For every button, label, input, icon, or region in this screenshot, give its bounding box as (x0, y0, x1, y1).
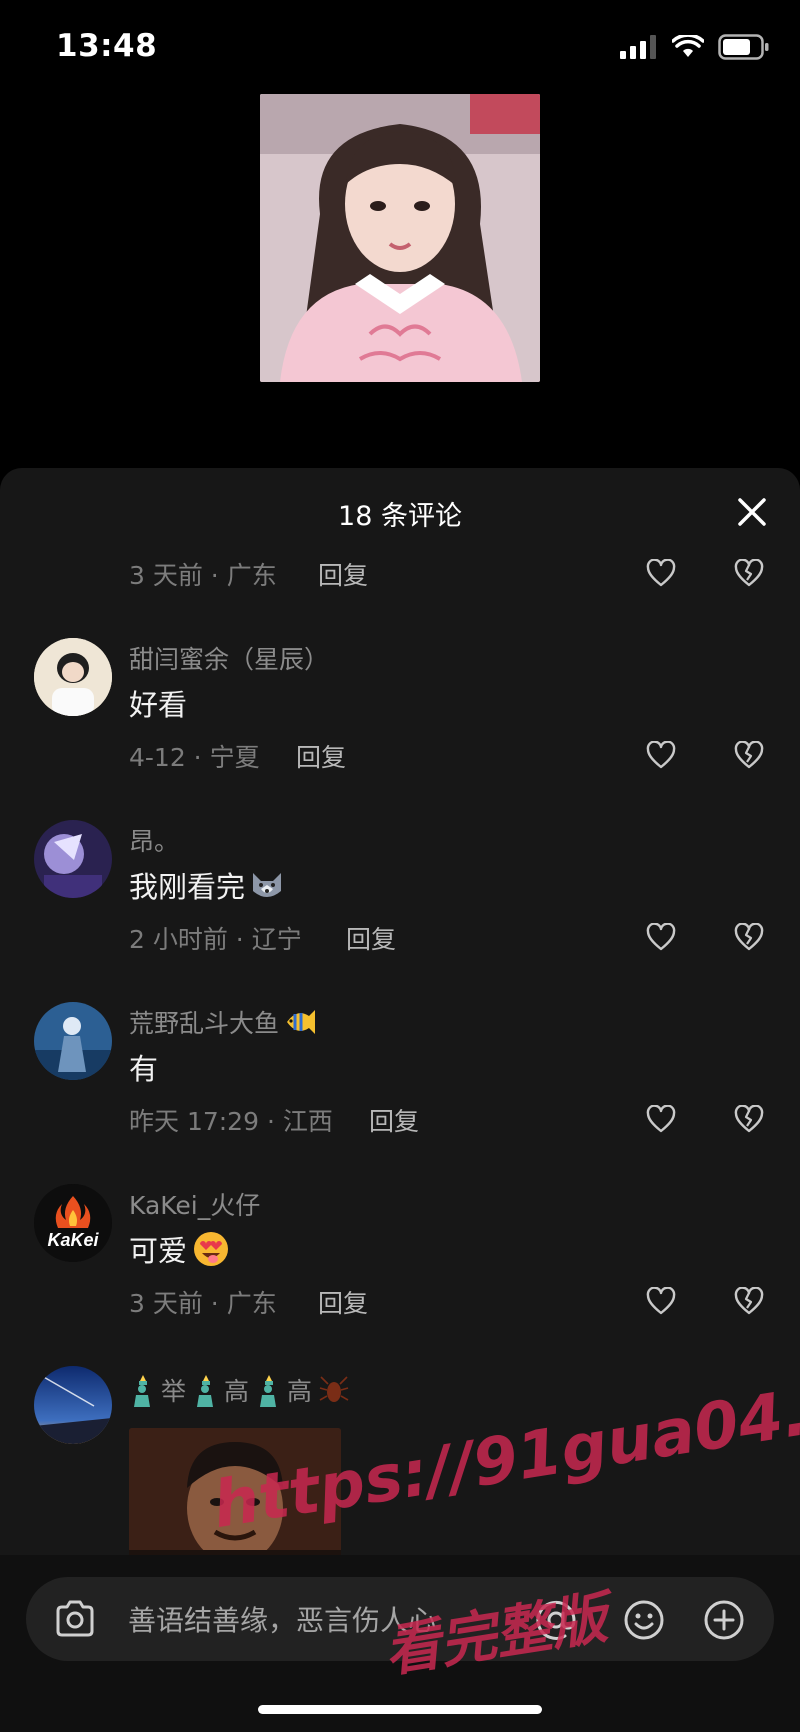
add-plus-icon[interactable] (702, 1598, 746, 1642)
like-heart-icon[interactable] (646, 1105, 676, 1133)
dislike-broken-heart-icon[interactable] (734, 923, 764, 951)
statue-of-liberty-emoji (134, 1375, 150, 1407)
wifi-icon (672, 35, 704, 57)
avatar[interactable] (34, 638, 112, 716)
comment-username[interactable]: 荒野乱斗大鱼 (129, 1004, 317, 1040)
dislike-broken-heart-icon[interactable] (734, 741, 764, 769)
username-part: 高 (224, 1377, 250, 1406)
dislike-broken-heart-icon[interactable] (734, 1287, 764, 1315)
emoji-icon[interactable] (622, 1598, 666, 1642)
comment-meta: 4-12 · 宁夏 (129, 743, 260, 772)
like-heart-icon[interactable] (646, 1287, 676, 1315)
username-part: 举 (161, 1377, 187, 1406)
battery-icon (718, 34, 769, 60)
avatar[interactable] (34, 1002, 112, 1080)
comment-meta: 2 小时前 · 辽宁 (129, 925, 302, 954)
reply-button[interactable]: 回复 (369, 1102, 419, 1138)
like-heart-icon[interactable] (646, 741, 676, 769)
wolf-face-emoji (253, 873, 282, 897)
post-photo[interactable] (260, 94, 540, 382)
post-photo-illustration (260, 94, 540, 382)
comment-username[interactable]: 举 高 高 (129, 1372, 350, 1408)
dislike-broken-heart-icon[interactable] (734, 1105, 764, 1133)
comment-username[interactable]: KaKei_火仔 (129, 1186, 260, 1222)
like-heart-icon[interactable] (646, 923, 676, 951)
cockroach-emoji (319, 1376, 349, 1402)
statue-of-liberty-emoji (197, 1375, 214, 1407)
comment-text: 我刚看完 (129, 864, 285, 906)
comment-meta: 3 天前 · 广东 (129, 1289, 277, 1318)
comments-count-title: 18 条评论 (338, 501, 462, 532)
reply-button[interactable]: 回复 (346, 920, 396, 956)
comment-image[interactable] (129, 1428, 341, 1563)
comments-sheet: 18 条评论 3 天前 · 广东 回复 甜闫蜜余（星辰） 好看 4-12 · 宁… (0, 468, 800, 1732)
dislike-broken-heart-icon[interactable] (734, 559, 764, 587)
comment-meta: 昨天 17:29 · 江西 (129, 1107, 333, 1136)
avatar[interactable] (34, 1366, 112, 1444)
avatar[interactable] (34, 820, 112, 898)
avatar-logo-text: KaKei (47, 1230, 99, 1250)
camera-icon[interactable] (54, 1599, 96, 1639)
like-heart-icon[interactable] (646, 559, 676, 587)
heart-eyes-face-emoji (194, 1232, 229, 1266)
comment-meta: 3 天前 · 广东 (129, 561, 277, 590)
comment-username[interactable]: 甜闫蜜余（星辰） (129, 640, 329, 676)
cellular-signal-icon (620, 35, 656, 59)
reply-button[interactable]: 回复 (318, 556, 368, 592)
username-part: 高 (287, 1377, 313, 1406)
comment-text: 好看 (129, 682, 187, 724)
comment-input-bar: 善语结善缘，恶言伤人心 (0, 1555, 800, 1732)
status-icons (620, 34, 770, 60)
input-placeholder: 善语结善缘，恶言伤人心 (128, 1604, 437, 1637)
comment-username[interactable]: 昂。 (129, 822, 179, 858)
at-mention-icon[interactable] (534, 1598, 578, 1642)
comment-text-content: 有 (129, 1052, 159, 1086)
status-time: 13:48 (56, 28, 158, 64)
comment-text: 可爱 (129, 1228, 231, 1270)
status-bar: 13:48 (0, 0, 800, 100)
comment-username-text: 荒野乱斗大鱼 (129, 1009, 280, 1038)
comment-text-content: 可爱 (129, 1234, 188, 1268)
home-indicator (258, 1705, 542, 1714)
reply-button[interactable]: 回复 (296, 738, 346, 774)
avatar[interactable]: KaKei (34, 1184, 112, 1262)
tropical-fish-emoji (287, 1010, 316, 1034)
statue-of-liberty-emoji (260, 1375, 277, 1407)
comment-input-field[interactable]: 善语结善缘，恶言伤人心 (26, 1577, 774, 1661)
comment-text-content: 我刚看完 (129, 870, 246, 904)
comment-text-content: 好看 (129, 688, 188, 722)
comment-text: 有 (129, 1046, 158, 1088)
close-icon[interactable] (734, 494, 770, 530)
reply-button[interactable]: 回复 (318, 1284, 368, 1320)
